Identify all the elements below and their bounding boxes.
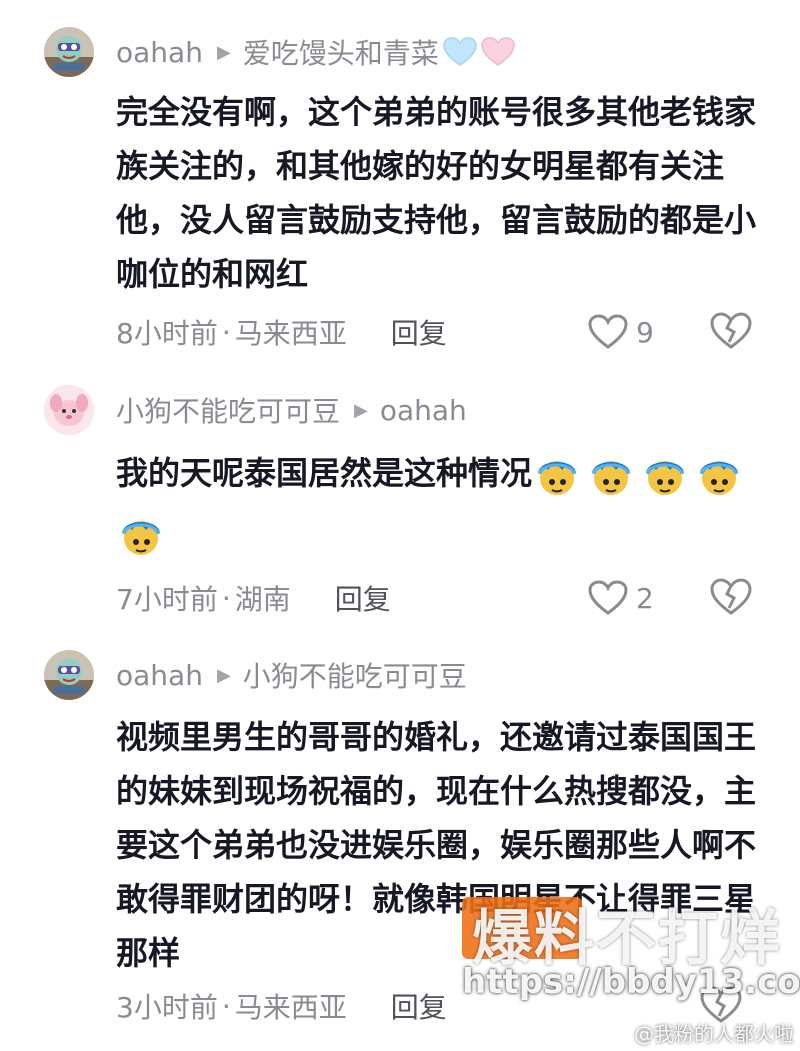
meta-separator: ·: [221, 315, 231, 349]
comment-location: 马来西亚: [234, 991, 347, 1024]
comment-text-content: 我的天呢泰国居然是这种情况: [116, 454, 533, 492]
pink-puppy-avatar-icon: [44, 385, 94, 435]
cartoon-avatar-icon: [44, 650, 94, 700]
comment-meta: 8小时前 · 马来西亚 回复: [116, 312, 447, 352]
user-avatar[interactable]: [44, 385, 94, 435]
meta-separator: ·: [221, 989, 231, 1023]
reply-arrow-icon: ▶: [354, 399, 368, 421]
like-button[interactable]: 2: [588, 578, 654, 618]
reply-to-user[interactable]: 爱吃馒头和青菜: [243, 32, 439, 72]
heart-outline-icon: [588, 580, 628, 615]
meta-separator: ·: [221, 581, 231, 615]
comment-text: 完全没有啊，这个弟弟的账号很多其他老钱家族关注的，和其他嫁的好的女明星都有关注他…: [116, 93, 757, 293]
heart-outline-icon: [588, 314, 628, 349]
blue-hair-face-emoji-icon: [538, 461, 577, 495]
comment-time: 8小时前: [116, 317, 218, 350]
comment-location: 湖南: [234, 583, 291, 616]
reply-to-user[interactable]: 小狗不能吃可可豆: [243, 655, 467, 695]
light-pink-heart-icon: [481, 37, 515, 66]
comment-header: oahah ▶ 小狗不能吃可可豆: [116, 655, 467, 695]
like-button[interactable]: 9: [588, 312, 654, 352]
comment-text: 我的天呢泰国居然是这种情况: [116, 443, 766, 563]
user-avatar[interactable]: [44, 650, 94, 700]
comment-time: 7小时前: [116, 583, 218, 616]
reply-button[interactable]: 回复: [335, 578, 391, 618]
like-count: 2: [636, 581, 654, 615]
blue-hair-face-emoji-icon: [700, 461, 739, 495]
blue-hair-face-emoji-icon: [122, 521, 160, 555]
comment-header: 小狗不能吃可可豆 ▶ oahah: [116, 390, 467, 430]
broken-heart-icon: [710, 312, 752, 349]
comment-author[interactable]: oahah: [116, 36, 203, 69]
reply-button[interactable]: 回复: [391, 312, 447, 352]
dislike-button[interactable]: [710, 578, 752, 618]
comment-time: 3小时前: [116, 991, 218, 1024]
user-avatar[interactable]: [44, 27, 94, 77]
comment-location: 马来西亚: [234, 317, 347, 350]
like-count: 9: [636, 315, 654, 349]
blue-hair-face-emoji-icon: [592, 461, 631, 495]
broken-heart-icon: [710, 578, 752, 615]
comment-author[interactable]: oahah: [116, 659, 203, 692]
comment-meta: 3小时前 · 马来西亚 回复: [116, 986, 447, 1026]
reply-button[interactable]: 回复: [391, 986, 447, 1026]
reply-arrow-icon: ▶: [216, 664, 231, 686]
blue-hair-face-emoji-icon: [646, 461, 685, 495]
comment-header: oahah ▶ 爱吃馒头和青菜: [116, 32, 515, 72]
watermark-handle: @我粉的人都火啦: [634, 1022, 794, 1046]
comment-meta: 7小时前 · 湖南 回复: [116, 578, 391, 618]
watermark-url: https://bbdy13.com: [462, 962, 800, 1002]
comment-author[interactable]: 小狗不能吃可可豆: [116, 390, 340, 430]
light-blue-heart-icon: [443, 37, 477, 66]
cartoon-avatar-icon: [44, 27, 94, 77]
dislike-button[interactable]: [710, 312, 752, 352]
reply-arrow-icon: ▶: [216, 41, 231, 63]
reply-to-user[interactable]: oahah: [380, 394, 467, 427]
